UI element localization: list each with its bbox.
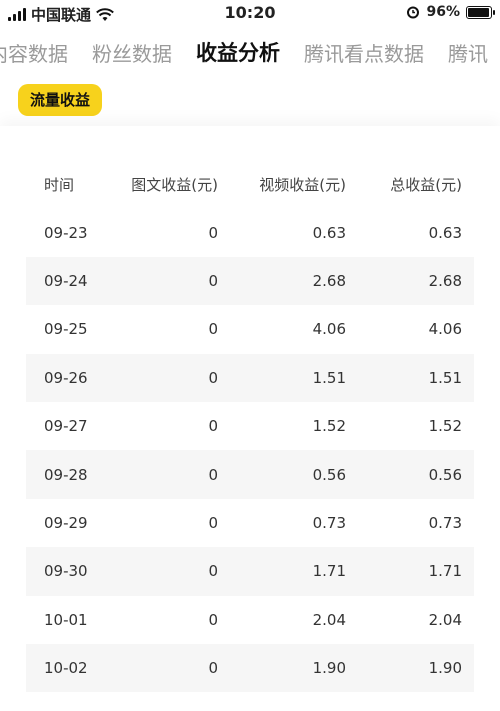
cell-video-revenue: 0.56 (312, 465, 346, 484)
cell-article-revenue: 0 (208, 513, 218, 532)
cell-total-revenue: 0.63 (428, 223, 462, 242)
cell-article-revenue: 0 (208, 320, 218, 339)
cell-total-revenue: 1.71 (428, 562, 462, 581)
cell-video-revenue: 1.51 (312, 368, 346, 387)
revenue-table: 时间 图文收益(元) 视频收益(元) 总收益(元) 09-23 0 0.63 0.63… (26, 160, 474, 693)
cell-total-revenue: 0.73 (428, 513, 462, 532)
table-header-row: 时间 图文收益(元) 视频收益(元) 总收益(元) (26, 160, 474, 208)
cell-date: 09-29 (44, 513, 88, 532)
header-article-revenue: 图文收益(元) (131, 175, 218, 194)
table-body: 09-23 0 0.63 0.63 09-24 0 2.68 2.68 09-25 0 4.06 4.… (26, 208, 474, 693)
header-total-revenue: 总收益(元) (390, 175, 462, 194)
header-date: 时间 (44, 175, 75, 194)
cell-date: 09-24 (44, 271, 88, 290)
cell-date: 09-28 (44, 465, 88, 484)
cell-date: 09-23 (44, 223, 88, 242)
cell-date: 09-27 (44, 417, 88, 436)
table-row: 10-02 0 1.90 1.90 (26, 643, 474, 693)
cell-total-revenue: 2.04 (428, 610, 462, 629)
cell-article-revenue: 0 (208, 465, 218, 484)
cell-date: 09-26 (44, 368, 88, 387)
table-row: 10-01 0 2.04 2.04 (26, 596, 474, 644)
header-video-revenue: 视频收益(元) (259, 175, 346, 194)
table-row: 09-27 0 1.52 1.52 (26, 402, 474, 450)
cell-video-revenue: 1.90 (312, 659, 346, 678)
cell-video-revenue: 2.04 (312, 610, 346, 629)
cell-date: 10-01 (44, 610, 88, 629)
top-tabs: 内容数据粉丝数据收益分析腾讯看点数据腾讯 (0, 32, 500, 72)
cell-article-revenue: 0 (208, 368, 218, 387)
tab-1[interactable]: 粉丝数据 (92, 38, 172, 67)
cell-article-revenue: 0 (208, 610, 218, 629)
cell-video-revenue: 0.63 (312, 223, 346, 242)
table-row: 09-23 0 0.63 0.63 (26, 208, 474, 256)
cell-date: 09-30 (44, 562, 88, 581)
battery-icon (466, 5, 495, 19)
tab-4[interactable]: 腾讯 (448, 38, 488, 67)
table-row: 09-30 0 1.71 1.71 (26, 547, 474, 596)
table-row: 09-25 0 4.06 4.06 (26, 305, 474, 353)
cell-article-revenue: 0 (208, 271, 218, 290)
battery-percent: 96% (426, 4, 460, 20)
table-row: 09-26 0 1.51 1.51 (26, 353, 474, 402)
tab-3[interactable]: 腾讯看点数据 (304, 38, 424, 67)
tab-0[interactable]: 内容数据 (0, 38, 68, 67)
cell-date: 09-25 (44, 320, 88, 339)
table-row: 09-28 0 0.56 0.56 (26, 450, 474, 499)
cell-total-revenue: 1.51 (428, 368, 462, 387)
cell-video-revenue: 1.52 (312, 417, 346, 436)
cell-total-revenue: 2.68 (428, 271, 462, 290)
alarm-icon (407, 6, 420, 19)
cell-date: 10-02 (44, 659, 88, 678)
status-bar: 中国联通 10:20 96% (0, 0, 500, 26)
cell-total-revenue: 0.56 (428, 465, 462, 484)
cell-total-revenue: 1.90 (428, 659, 462, 678)
cell-article-revenue: 0 (208, 417, 218, 436)
cell-article-revenue: 0 (208, 659, 218, 678)
cell-video-revenue: 1.71 (312, 562, 346, 581)
cell-total-revenue: 4.06 (428, 320, 462, 339)
cell-total-revenue: 1.52 (428, 417, 462, 436)
table-row: 09-29 0 0.73 0.73 (26, 499, 474, 547)
cell-video-revenue: 4.06 (312, 320, 346, 339)
status-right: 96% (406, 4, 495, 20)
cell-article-revenue: 0 (208, 223, 218, 242)
tab-2[interactable]: 收益分析 (196, 37, 280, 67)
traffic-revenue-filter[interactable]: 流量收益 (18, 84, 103, 116)
cell-video-revenue: 2.68 (312, 271, 346, 290)
cell-video-revenue: 0.73 (312, 513, 346, 532)
cell-article-revenue: 0 (208, 562, 218, 581)
table-row: 09-24 0 2.68 2.68 (26, 256, 474, 306)
battery-fill (468, 7, 490, 17)
